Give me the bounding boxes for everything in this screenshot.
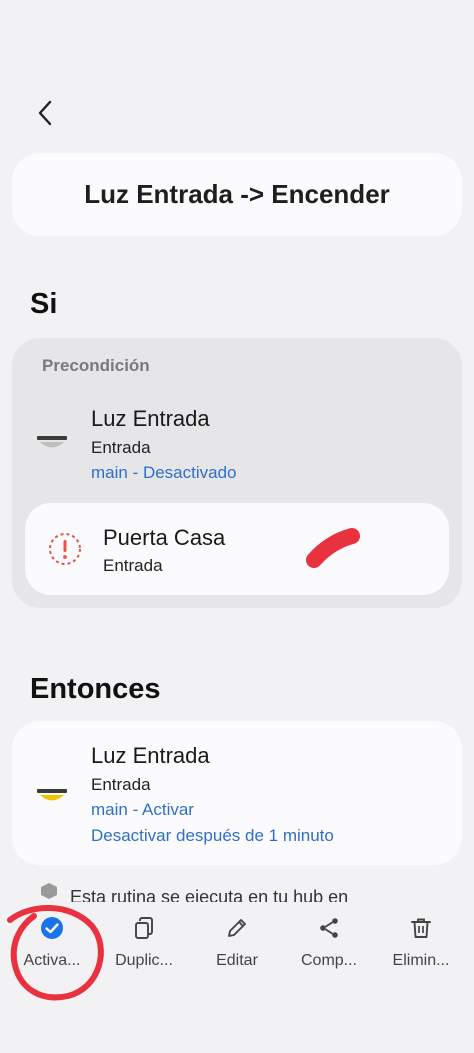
pencil-icon — [223, 914, 251, 942]
hub-icon — [41, 883, 57, 899]
condition-device-name: Puerta Casa — [103, 525, 226, 550]
action-device-room: Entrada — [91, 775, 151, 794]
duplicate-label: Duplic... — [115, 952, 173, 969]
edit-label: Editar — [216, 952, 258, 969]
condition-device-room: Entrada — [103, 556, 163, 575]
if-section-title: Si — [30, 288, 58, 320]
action-device-name: Luz Entrada — [91, 743, 210, 768]
precondition-device-name[interactable]: Luz Entrada — [91, 406, 210, 432]
check-circle-icon — [38, 914, 66, 942]
back-button[interactable] — [28, 96, 62, 130]
then-section-title: Entonces — [30, 673, 161, 705]
alert-circle-icon — [47, 531, 83, 572]
trash-icon — [407, 914, 435, 942]
delete-button[interactable]: Elimin... — [376, 914, 466, 970]
delete-label: Elimin... — [392, 952, 450, 969]
hub-info: Esta rutina se ejecuta en tu hub en — [40, 880, 348, 902]
precondition-device-room: Entrada — [91, 438, 151, 457]
duplicate-button[interactable]: Duplic... — [99, 914, 189, 970]
activate-label: Activa... — [23, 952, 81, 969]
edit-button[interactable]: Editar — [192, 914, 282, 970]
share-icon — [315, 914, 343, 942]
precondition-device-state: main - Desactivado — [91, 463, 237, 482]
share-button[interactable]: Comp... — [284, 914, 374, 970]
routine-title-card[interactable]: Luz Entrada -> Encender — [12, 153, 462, 236]
activate-button[interactable]: Activa... — [7, 914, 97, 970]
hub-info-text: Esta rutina se ejecuta en tu hub en — [70, 886, 349, 903]
precondition-label: Precondición — [42, 356, 150, 375]
ceiling-light-on-icon — [36, 786, 68, 811]
condition-card-puerta[interactable] — [25, 503, 449, 595]
action-delay-text: Desactivar después de 1 minuto — [91, 826, 334, 845]
copy-icon — [130, 914, 158, 942]
routine-title: Luz Entrada -> Encender — [84, 179, 390, 209]
share-label: Comp... — [300, 952, 357, 969]
action-device-state: main - Activar — [91, 800, 194, 819]
ceiling-light-off-icon — [36, 433, 68, 458]
chevron-left-icon — [38, 100, 52, 126]
